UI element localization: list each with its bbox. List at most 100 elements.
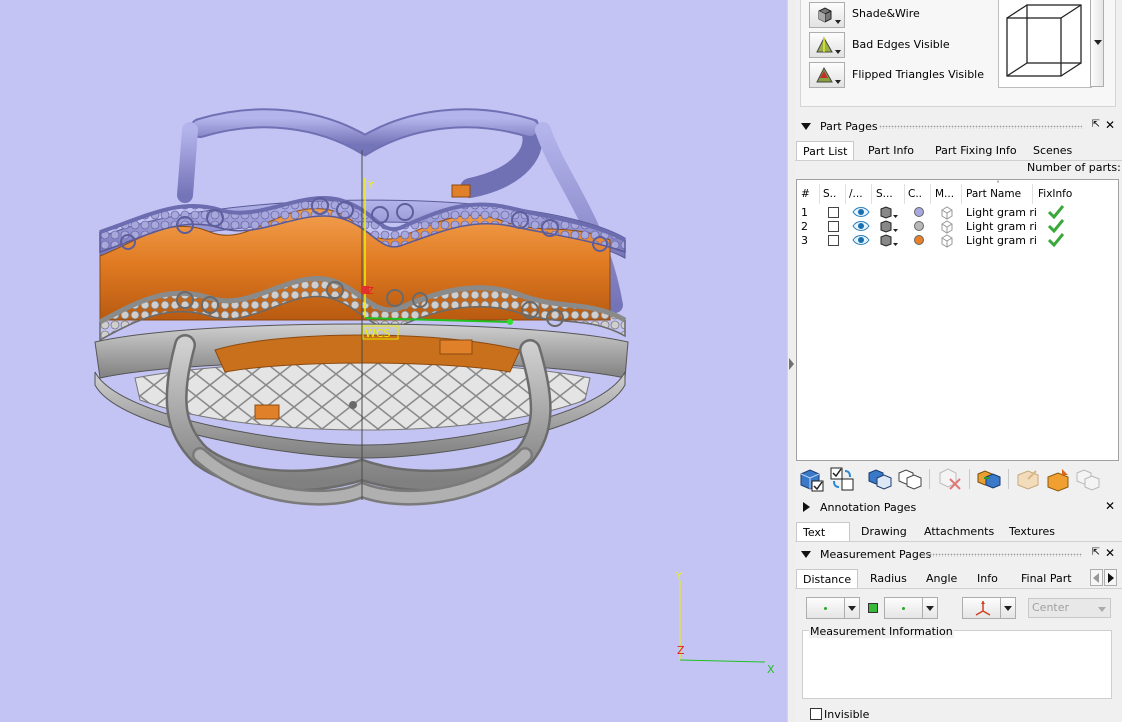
import-part-icon[interactable] [1044,465,1072,493]
part-list-table[interactable]: # S.. /... S... C.. M... Part Name FixIn… [796,179,1119,461]
invisible-checkbox[interactable] [810,708,822,720]
annotation-pages-title: Annotation Pages [820,501,917,514]
tab-angle[interactable]: Angle [920,569,963,588]
tab-part-info[interactable]: Part Info [862,141,920,160]
col-fix-info[interactable]: FixInfo [1038,184,1098,204]
first-point-combo[interactable] [806,597,860,619]
shade-wire-label: Shade&Wire [852,7,920,20]
table-row[interactable]: 1 Light gram ring [797,205,1118,221]
triad-axis-z: Z [677,644,685,657]
chevron-down-icon [922,598,937,618]
flipped-triangle-icon [816,66,833,83]
axis-xyz-combo[interactable] [962,597,1016,619]
col-number[interactable]: # [801,184,820,204]
measurement-pages-title: Measurement Pages [820,548,932,561]
tab-text[interactable]: Text [796,522,850,541]
eye-icon[interactable] [852,234,870,249]
col-color[interactable]: C.. [908,184,931,204]
col-shade[interactable]: S... [876,184,905,204]
tab-final-part[interactable]: Final Part [1015,569,1078,588]
row-select-checkbox[interactable] [828,221,839,232]
select-all-parts-icon[interactable] [798,465,826,493]
expand-triangle-icon[interactable] [803,502,810,512]
tab-scroll-right-button[interactable] [1104,569,1117,586]
part-color-swatch[interactable] [914,207,924,217]
eye-icon[interactable] [852,206,870,221]
part-pages-header[interactable]: Part Pages ⇱ ✕ [795,117,1122,135]
pin-icon[interactable]: ⇱ [1092,119,1100,130]
shade-mode-icon[interactable] [879,234,899,251]
tab-distance[interactable]: Distance [796,569,859,588]
collapse-triangle-icon[interactable] [801,123,811,130]
part-name: Light gram ring [966,220,1036,233]
wcs-label: WCS [365,327,391,340]
col-mesh[interactable]: M... [935,184,962,204]
delete-part-icon[interactable] [936,465,964,493]
tab-attachments[interactable]: Attachments [918,522,1000,541]
measurement-pages-header[interactable]: Measurement Pages ⇱ ✕ [795,545,1122,563]
tab-info[interactable]: Info [971,569,1004,588]
toolbar-separator [1008,469,1009,489]
play-step-icon[interactable] [868,603,878,613]
copy-part-icon[interactable] [1074,465,1102,493]
part-color-swatch[interactable] [914,221,924,231]
pin-icon[interactable]: ⇱ [1092,547,1100,558]
part-name: Light gram ring [966,234,1036,247]
center-select-label: Center [1032,601,1070,614]
point-dot-icon [824,607,827,610]
drag-grip[interactable] [923,553,1082,557]
close-icon[interactable]: ✕ [1105,546,1115,560]
table-row[interactable]: 2 Light gram ring [797,219,1118,235]
part-actions-toolbar [796,465,1119,493]
measurement-pages-tabs: Distance Radius Angle Info Final Part [795,569,1122,589]
merge-parts-icon[interactable] [975,465,1003,493]
annotation-pages-header[interactable]: Annotation Pages ✕ [795,498,1122,516]
flipped-triangles-button[interactable] [809,62,845,88]
chevron-right-icon [1108,573,1114,583]
row-select-checkbox[interactable] [828,235,839,246]
view-cube-dropdown[interactable] [1090,0,1104,87]
tab-scroll-left-button[interactable] [1090,569,1103,586]
collapse-triangle-icon[interactable] [801,551,811,558]
col-selected[interactable]: S.. [823,184,846,204]
invert-selection-icon[interactable] [828,465,856,493]
ring-model[interactable]: WCS Y Z Y Z X [0,0,787,722]
mesh-cube-icon[interactable] [940,234,954,251]
tab-radius[interactable]: Radius [864,569,913,588]
tab-textures[interactable]: Textures [1003,522,1061,541]
shade-wire-button[interactable] [809,2,845,28]
3d-viewport[interactable]: WCS Y Z Y Z X [0,0,787,722]
dropdown-arrow-icon [835,80,841,84]
chevron-down-icon [1000,598,1015,618]
eye-icon[interactable] [852,220,870,235]
right-panel: Shade&Wire Bad Edges Visible Flipped Tri… [795,0,1122,722]
tab-part-fixing-info[interactable]: Part Fixing Info [929,141,1023,160]
close-icon[interactable]: ✕ [1105,118,1115,132]
second-point-combo[interactable] [884,597,938,619]
annotation-pages-tabs: Text Drawing Attachments Textures [795,522,1122,542]
drag-grip[interactable] [879,125,1082,129]
dropdown-arrow-icon [835,20,841,24]
chevron-down-icon [1098,607,1106,612]
hide-parts-icon[interactable] [896,465,924,493]
xyz-axes-icon [975,601,991,616]
row-select-checkbox[interactable] [828,207,839,218]
chevron-left-icon [1093,573,1099,583]
tab-part-list[interactable]: Part List [796,141,855,160]
tab-scenes[interactable]: Scenes [1027,141,1078,160]
wireframe-cube-icon [1006,4,1082,77]
center-select[interactable]: Center [1028,598,1111,618]
splitter-arrow-icon[interactable] [789,358,794,370]
close-icon[interactable]: ✕ [1105,499,1115,513]
bad-edges-button[interactable] [809,32,845,58]
triangle-edges-icon [816,36,833,53]
tab-drawing[interactable]: Drawing [855,522,913,541]
export-part-icon[interactable] [1014,465,1042,493]
view-cube[interactable] [998,0,1092,88]
show-parts-icon[interactable] [866,465,894,493]
measurement-info-box [802,630,1112,699]
invisible-label: Invisible [824,708,870,721]
part-color-swatch[interactable] [914,235,924,245]
table-row[interactable]: 3 Light gram ring [797,233,1118,251]
col-visible[interactable]: /... [849,184,872,204]
